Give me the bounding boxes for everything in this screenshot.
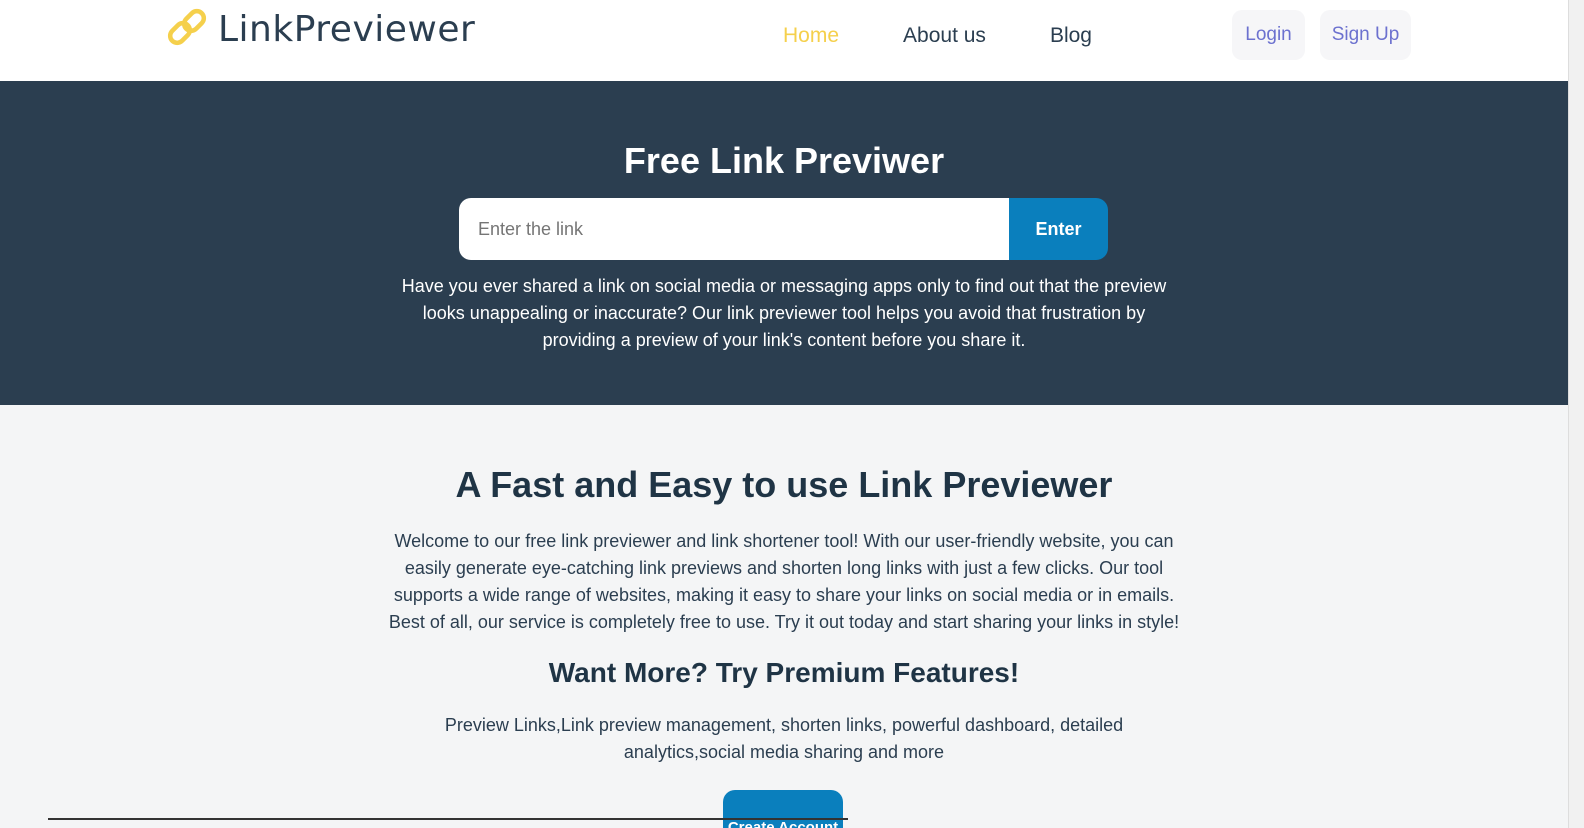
nav-home[interactable]: Home — [783, 22, 839, 50]
link-input[interactable] — [459, 198, 1009, 260]
hero-title: Free Link Previwer — [623, 140, 945, 181]
login-button[interactable]: Login — [1232, 10, 1305, 60]
brand-name: LinkPreviewer — [218, 9, 476, 50]
premium-title: Want More? Try Premium Features! — [548, 657, 1020, 688]
nav-about-us[interactable]: About us — [903, 22, 986, 50]
nav-blog[interactable]: Blog — [1050, 22, 1092, 50]
premium-text: Preview Links,Link preview management, s… — [444, 715, 1124, 762]
signup-button[interactable]: Sign Up — [1320, 10, 1411, 60]
page: LinkPreviewer Home About us Blog Login S… — [0, 0, 1584, 828]
chain-link-icon — [167, 8, 207, 46]
create-account-button[interactable]: Create Account — [723, 790, 843, 828]
site-header: LinkPreviewer Home About us Blog Login S… — [0, 0, 1568, 81]
features-section: A Fast and Easy to use Link Previewer We… — [0, 405, 1568, 828]
features-paragraph: Welcome to our free link previewer and l… — [388, 531, 1180, 632]
features-title: A Fast and Easy to use Link Previewer — [455, 464, 1113, 505]
vertical-scrollbar[interactable] — [1568, 0, 1584, 828]
hero-section: Free Link Previwer Enter Have you ever s… — [0, 81, 1568, 405]
enter-button[interactable]: Enter — [1009, 198, 1108, 260]
main-nav: Home About us Blog — [783, 22, 1092, 50]
bottom-divider — [48, 818, 848, 820]
link-search-form: Enter — [459, 198, 1108, 260]
hero-description: Have you ever shared a link on social me… — [401, 276, 1167, 350]
brand[interactable]: LinkPreviewer — [164, 6, 475, 54]
